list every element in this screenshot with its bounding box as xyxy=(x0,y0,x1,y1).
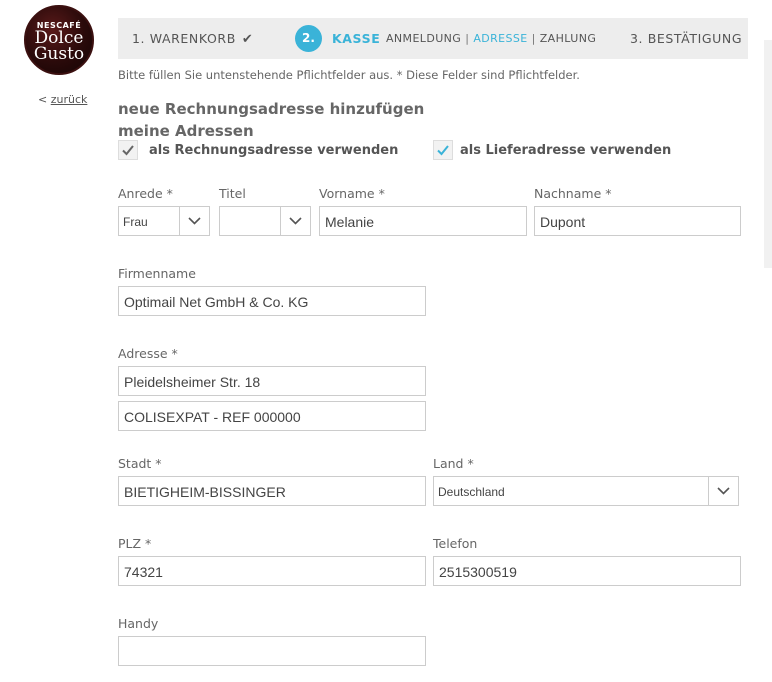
billing-address-checkbox-label[interactable]: als Rechnungsadresse verwenden xyxy=(149,143,398,158)
step-kasse-number: 2. xyxy=(295,25,322,52)
telefon-label: Telefon xyxy=(433,536,478,551)
anrede-value: Frau xyxy=(123,215,148,229)
kasse-substeps: ANMELDUNG | ADRESSE | ZAHLUNG xyxy=(386,32,596,45)
adresse-line2-input[interactable]: COLISEXPAT - REF 000000 xyxy=(118,401,426,431)
handy-label: Handy xyxy=(118,616,159,631)
plz-label: PLZ * xyxy=(118,536,152,551)
land-value: Deutschland xyxy=(438,485,505,499)
logo-line3: Gusto xyxy=(33,44,85,64)
plz-input[interactable]: 74321 xyxy=(118,556,426,586)
required-fields-note: Bitte füllen Sie untenstehende Pflichtfe… xyxy=(118,68,580,82)
step-warenkorb-label: 1. WARENKORB xyxy=(132,31,236,46)
step-warenkorb[interactable]: 1. WARENKORB ✔ xyxy=(132,31,253,47)
substep-adresse[interactable]: ADRESSE xyxy=(473,32,527,45)
chevron-down-icon xyxy=(280,207,310,235)
nachname-label: Nachname * xyxy=(534,186,612,201)
back-link-container: < zurück xyxy=(38,93,87,106)
substep-separator: | xyxy=(531,32,536,45)
chevron-down-icon xyxy=(179,207,209,235)
chevron-down-icon xyxy=(708,477,738,505)
back-arrow: < xyxy=(38,93,48,106)
step-bestaetigung: 3. BESTÄTIGUNG xyxy=(630,31,743,46)
titel-label: Titel xyxy=(219,186,246,201)
step-kasse-label: KASSE xyxy=(332,31,381,46)
anrede-select[interactable]: Frau xyxy=(118,206,210,236)
nachname-input[interactable]: Dupont xyxy=(534,206,741,236)
billing-address-checkbox[interactable] xyxy=(118,140,138,160)
handy-input[interactable] xyxy=(118,636,426,666)
checkmark-icon: ✔ xyxy=(241,32,254,47)
stadt-label: Stadt * xyxy=(118,456,162,471)
firmenname-input[interactable]: Optimail Net GmbH & Co. KG xyxy=(118,286,426,316)
land-select[interactable]: Deutschland xyxy=(433,476,739,506)
titel-select[interactable] xyxy=(219,206,311,236)
vorname-label: Vorname * xyxy=(319,186,385,201)
checkmark-icon xyxy=(437,145,449,156)
back-link[interactable]: zurück xyxy=(51,93,88,106)
new-billing-heading[interactable]: neue Rechnungsadresse hinzufügen xyxy=(118,100,424,118)
checkmark-icon xyxy=(122,145,134,156)
vorname-input[interactable]: Melanie xyxy=(319,206,527,236)
my-addresses-heading: meine Adressen xyxy=(118,122,254,140)
substep-zahlung[interactable]: ZAHLUNG xyxy=(540,32,597,45)
shipping-address-checkbox[interactable] xyxy=(433,140,453,160)
adresse-label: Adresse * xyxy=(118,346,178,361)
adresse-line1-input[interactable]: Pleidelsheimer Str. 18 xyxy=(118,366,426,396)
checkout-steps: 1. WARENKORB ✔ 2. KASSE ANMELDUNG | ADRESSE… xyxy=(118,18,748,59)
telefon-input[interactable]: 2515300519 xyxy=(433,556,741,586)
page-scrollbar[interactable] xyxy=(764,40,772,268)
nescafe-dolce-gusto-logo[interactable]: NESCAFÉ Dolce Gusto xyxy=(24,5,94,75)
land-label: Land * xyxy=(433,456,474,471)
anrede-label: Anrede * xyxy=(118,186,173,201)
substep-separator: | xyxy=(465,32,470,45)
shipping-address-checkbox-label[interactable]: als Lieferadresse verwenden xyxy=(460,143,671,158)
firmenname-label: Firmenname xyxy=(118,266,196,281)
stadt-input[interactable]: BIETIGHEIM-BISSINGER xyxy=(118,476,426,506)
substep-anmeldung[interactable]: ANMELDUNG xyxy=(386,32,461,45)
